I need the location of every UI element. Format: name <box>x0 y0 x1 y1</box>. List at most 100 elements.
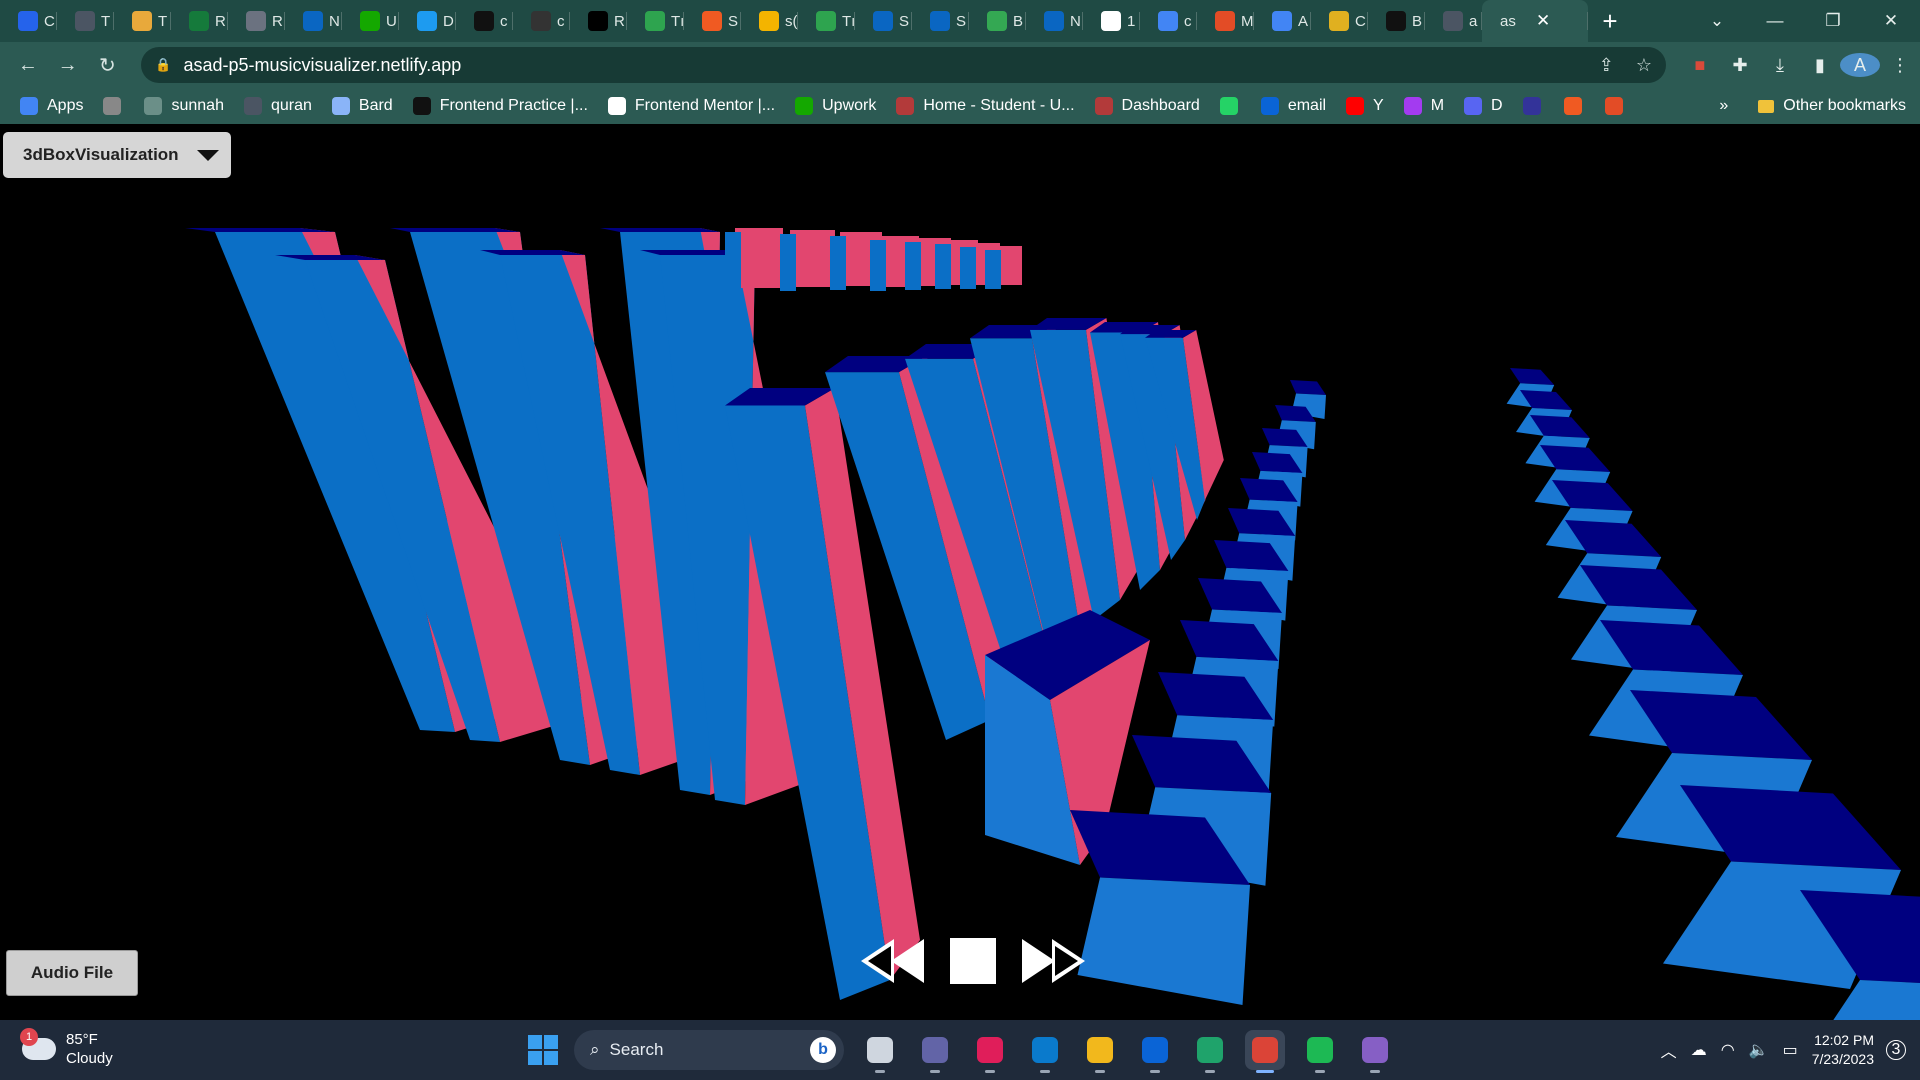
browser-tab[interactable]: c <box>456 0 513 42</box>
battery-icon[interactable]: ▭ <box>1783 1040 1798 1060</box>
bookmark-item[interactable]: Upwork <box>795 97 876 115</box>
bookmark-item[interactable]: email <box>1260 97 1326 115</box>
extensions-puzzle-icon[interactable]: ✚ <box>1720 55 1760 76</box>
close-window-icon[interactable]: ✕ <box>1862 11 1920 31</box>
taskbar-search[interactable]: ⌕ Search b <box>574 1030 844 1070</box>
bookmarks-overflow-button[interactable]: » <box>1719 97 1728 115</box>
task-view-icon[interactable] <box>860 1030 900 1073</box>
browser-tab[interactable]: s( <box>741 0 798 42</box>
bookmark-item[interactable]: Frontend Mentor |... <box>607 97 775 115</box>
weather-widget[interactable]: 1 85°F Cloudy <box>20 1028 113 1068</box>
profile-avatar[interactable]: A <box>1839 53 1880 77</box>
browser-tab[interactable]: T <box>114 0 171 42</box>
bookmark-item[interactable]: Dashboard <box>1094 97 1200 115</box>
teams-chat-icon[interactable] <box>915 1030 955 1073</box>
clock[interactable]: 12:02 PM 7/23/2023 <box>1812 1031 1874 1069</box>
minimize-icon[interactable]: — <box>1746 11 1804 31</box>
url-text[interactable]: asad-p5-musicvisualizer.netlify.app <box>183 55 1576 76</box>
tray-overflow-chevron-icon[interactable]: ︿ <box>1661 1038 1677 1062</box>
browser-tab[interactable]: Tı <box>798 0 855 42</box>
vscode-icon[interactable] <box>1025 1030 1065 1073</box>
restore-icon[interactable]: ❐ <box>1804 11 1862 31</box>
bookmark-item[interactable]: Bard <box>331 97 393 115</box>
reload-icon[interactable]: ↻ <box>88 53 128 78</box>
browser-tab[interactable]: T <box>57 0 114 42</box>
tab-close-icon[interactable]: ✕ <box>1536 11 1550 31</box>
browser-tab[interactable]: S <box>912 0 969 42</box>
bookmark-item[interactable] <box>103 97 130 115</box>
bookmark-item[interactable]: D <box>1464 97 1503 115</box>
discord-icon <box>1464 97 1483 115</box>
upwork-icon <box>795 97 814 115</box>
chrome-icon[interactable] <box>1245 1030 1285 1073</box>
tab-search-chevron-icon[interactable]: ⌄ <box>1688 11 1746 31</box>
stop-button[interactable] <box>950 938 996 984</box>
bookmark-item[interactable] <box>1563 97 1591 115</box>
share-icon[interactable]: ⇪ <box>1599 55 1614 76</box>
start-button[interactable] <box>528 1035 558 1065</box>
github-icon <box>474 11 494 31</box>
browser-toolbar: ← → ↻ 🔒 asad-p5-musicvisualizer.netlify.… <box>0 42 1920 88</box>
volume-icon[interactable]: 🔈 <box>1749 1040 1769 1060</box>
browser-tab[interactable]: as ✕ <box>1482 0 1588 42</box>
wifi-icon[interactable]: ◠ <box>1721 1040 1735 1060</box>
browser-tab[interactable]: C <box>0 0 57 42</box>
download-icon[interactable]: ⤓ <box>1760 55 1800 76</box>
browser-tab[interactable]: A <box>1254 0 1311 42</box>
file-explorer-icon[interactable] <box>1080 1030 1120 1073</box>
3d-box-visualization-canvas[interactable] <box>0 124 1920 1020</box>
visual-studio-icon[interactable] <box>1355 1030 1395 1073</box>
browser-tab[interactable]: c <box>513 0 570 42</box>
bing-icon[interactable]: b <box>810 1037 836 1063</box>
new-tab-button[interactable]: + <box>1588 0 1632 42</box>
extension-red-icon[interactable]: ■ <box>1680 55 1720 76</box>
bookmark-item[interactable]: quran <box>243 97 312 115</box>
bookmark-item[interactable] <box>1219 97 1247 115</box>
bookmark-item[interactable]: Y <box>1346 97 1384 115</box>
back-icon[interactable]: ← <box>8 54 48 77</box>
chrome-like-icon <box>132 11 152 31</box>
lock-icon[interactable]: 🔒 <box>155 57 171 73</box>
edge-icon[interactable] <box>1190 1030 1230 1073</box>
audio-file-button[interactable]: Audio File <box>6 950 138 996</box>
browser-tab[interactable]: N <box>1026 0 1083 42</box>
browser-tab[interactable]: c <box>1140 0 1197 42</box>
browser-tab[interactable]: S <box>855 0 912 42</box>
browser-tab[interactable]: R <box>228 0 285 42</box>
bookmark-item[interactable]: M <box>1403 97 1444 115</box>
visualization-mode-select[interactable]: 3dBoxVisualization <box>3 132 231 178</box>
bookmark-item[interactable] <box>1522 97 1550 115</box>
spotify-icon[interactable] <box>1300 1030 1340 1073</box>
mail-icon[interactable] <box>1135 1030 1175 1073</box>
browser-tab[interactable]: Tı <box>627 0 684 42</box>
browser-tab[interactable]: R <box>171 0 228 42</box>
address-bar[interactable]: 🔒 asad-p5-musicvisualizer.netlify.app ⇪ … <box>141 47 1666 83</box>
onedrive-cloud-icon[interactable]: ☁ <box>1691 1040 1707 1060</box>
browser-tab[interactable]: N <box>285 0 342 42</box>
running-indicator <box>1040 1070 1050 1073</box>
rewind-button[interactable] <box>858 936 928 986</box>
bookmark-item[interactable]: Frontend Practice |... <box>412 97 588 115</box>
bookmark-item[interactable]: sunnah <box>144 97 224 115</box>
other-bookmarks[interactable]: Other bookmarks <box>1758 97 1906 115</box>
browser-tab[interactable]: B <box>969 0 1026 42</box>
browser-tab[interactable]: U <box>342 0 399 42</box>
fast-forward-button[interactable] <box>1018 936 1088 986</box>
browser-tab[interactable]: S <box>684 0 741 42</box>
slack-icon[interactable] <box>970 1030 1010 1073</box>
forward-icon[interactable]: → <box>48 54 88 77</box>
bookmark-item[interactable]: Apps <box>20 97 83 115</box>
browser-tab[interactable]: D <box>399 0 456 42</box>
notification-count[interactable]: 3 <box>1886 1040 1906 1060</box>
chrome-menu-icon[interactable]: ⋮ <box>1880 55 1920 76</box>
browser-tab[interactable]: 1 <box>1083 0 1140 42</box>
browser-tab[interactable]: R <box>570 0 627 42</box>
browser-tab[interactable]: C <box>1311 0 1368 42</box>
browser-tab[interactable]: a <box>1425 0 1482 42</box>
bookmark-star-icon[interactable]: ☆ <box>1636 55 1652 76</box>
browser-tab[interactable]: M <box>1197 0 1254 42</box>
browser-tab[interactable]: B <box>1368 0 1425 42</box>
bookmark-item[interactable] <box>1604 97 1632 115</box>
bookmark-item[interactable]: Home - Student - U... <box>896 97 1075 115</box>
side-panel-icon[interactable]: ▮ <box>1800 55 1840 76</box>
